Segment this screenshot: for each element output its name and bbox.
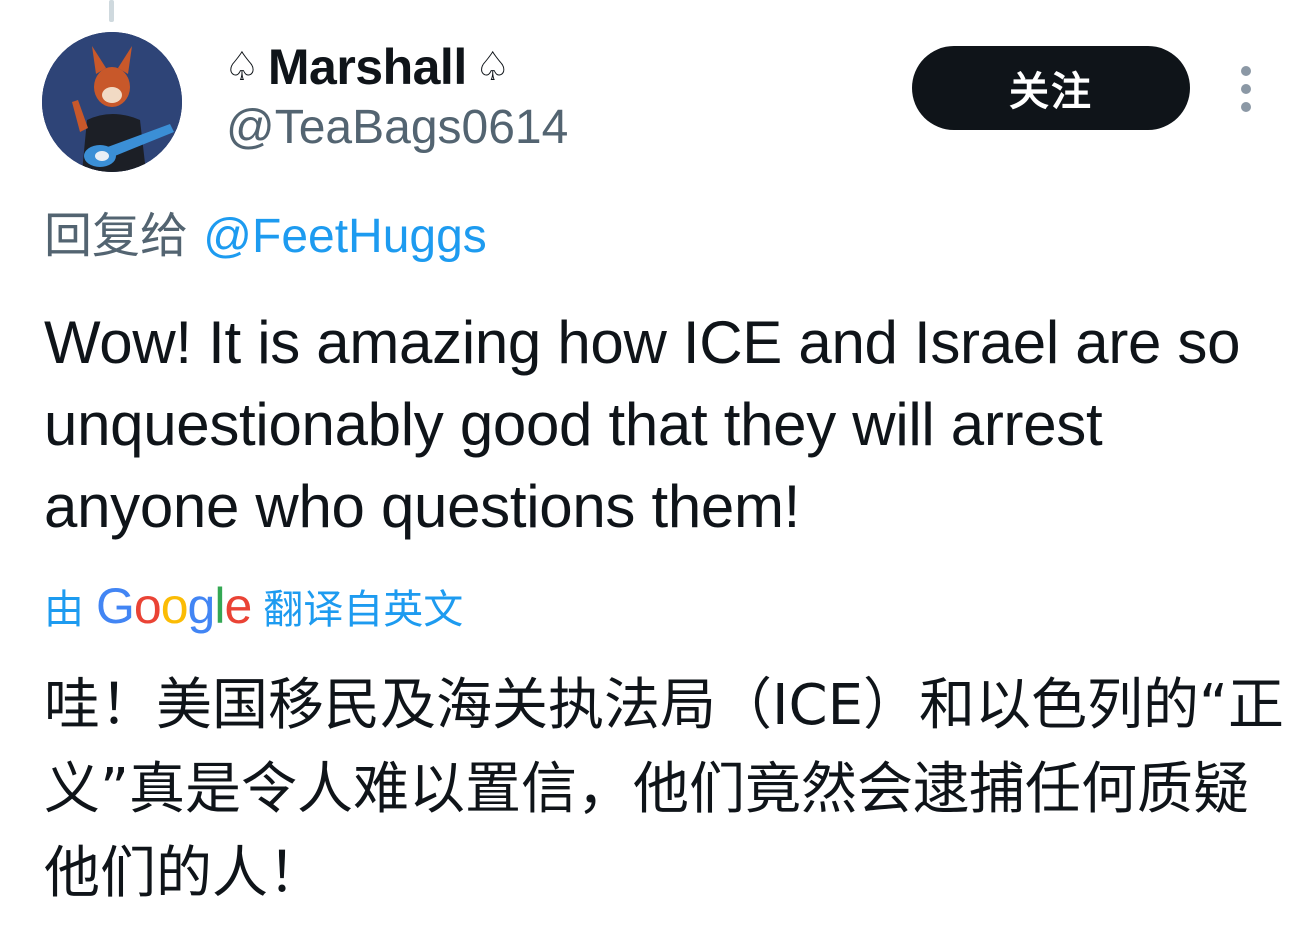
translation-attribution[interactable]: 由 Google 翻译自英文: [44, 574, 463, 638]
author-display-name[interactable]: Marshall: [268, 42, 467, 92]
tweet-body: Wow! It is amazing how ICE and Israel ar…: [44, 309, 1241, 540]
author-name-row[interactable]: ♤ Marshall ♤: [224, 38, 511, 96]
reply-prefix: 回复给: [44, 208, 204, 264]
follow-button[interactable]: 关注: [912, 46, 1190, 130]
google-logo: Google: [96, 578, 252, 634]
translated-from-label: 翻译自英文: [263, 587, 464, 633]
more-vertical-icon[interactable]: [1232, 66, 1260, 112]
translated-by-label: 由: [44, 587, 84, 633]
spade-icon: ♤: [224, 44, 260, 90]
more-dot: [1241, 84, 1251, 94]
more-dot: [1241, 66, 1251, 76]
spade-icon: ♤: [474, 44, 511, 90]
author-handle[interactable]: @TeaBags0614: [226, 104, 568, 152]
tweet-detail: ♤ Marshall ♤ @TeaBags0614 关注 回复给 @FeetHu…: [0, 0, 1316, 948]
reply-context: 回复给 @FeetHuggs: [44, 208, 487, 266]
translated-tweet-body: 哇！美国移民及海关执法局（ICE）和以色列的“正义”真是令人难以置信，他们竟然会…: [44, 673, 1285, 906]
avatar-image: [42, 32, 182, 172]
thread-connector-line: [109, 0, 114, 22]
reply-mention-link[interactable]: @FeetHuggs: [203, 210, 487, 263]
more-dot: [1241, 102, 1251, 112]
avatar[interactable]: [42, 32, 182, 172]
